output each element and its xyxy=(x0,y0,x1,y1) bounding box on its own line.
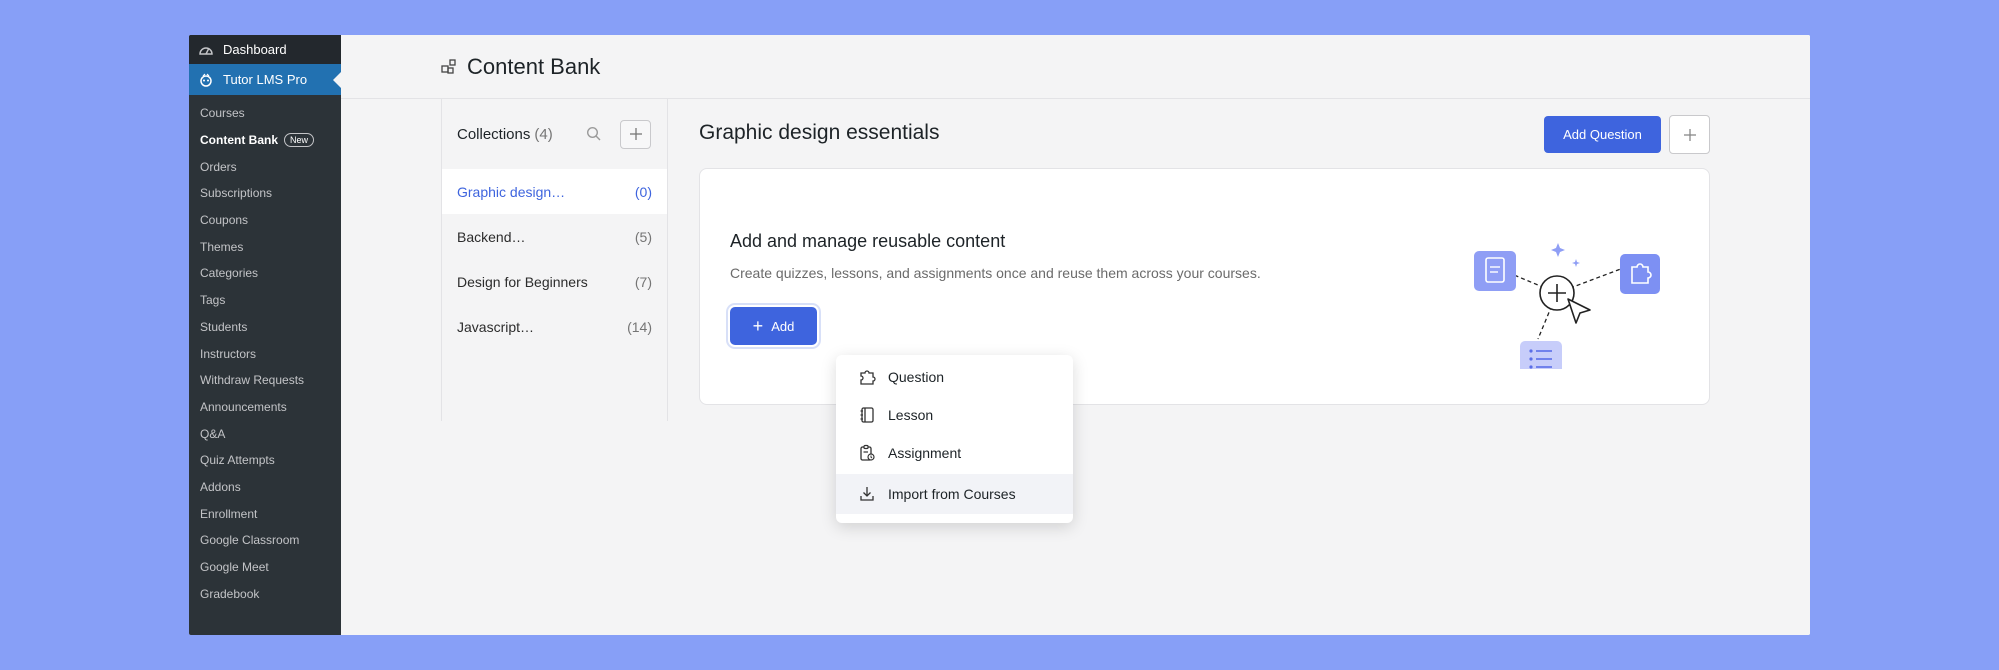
plus-icon xyxy=(629,128,642,140)
submenu-item-google-meet[interactable]: Google Meet xyxy=(189,554,341,581)
download-icon xyxy=(858,485,876,503)
submenu-item-themes[interactable]: Themes xyxy=(189,233,341,260)
submenu-label: Courses xyxy=(200,106,245,121)
submenu-item-quiz-attempts[interactable]: Quiz Attempts xyxy=(189,447,341,474)
content-bank-icon xyxy=(441,58,457,75)
add-question-button[interactable]: Add Question xyxy=(1544,116,1661,153)
submenu-label: Enrollment xyxy=(200,506,258,521)
menu-item-import-from-courses[interactable]: Import from Courses xyxy=(836,474,1073,514)
collections-panel: Collections (4) Graphic design… (0) Backe… xyxy=(441,99,668,421)
menu-item-lesson[interactable]: Lesson xyxy=(836,396,1073,434)
submenu-label: Categories xyxy=(200,266,259,281)
submenu-item-content-bank[interactable]: Content Bank New xyxy=(189,127,341,154)
submenu-label: Tags xyxy=(200,293,226,308)
submenu-label: Students xyxy=(200,319,248,334)
puzzle-icon xyxy=(858,368,876,386)
sidebar-item-label: Tutor LMS Pro xyxy=(223,72,308,87)
clipboard-icon xyxy=(858,444,876,462)
add-content-menu: Question Lesson Assignment Import from C… xyxy=(836,355,1073,523)
submenu-label: Google Classroom xyxy=(200,533,300,548)
menu-item-label: Lesson xyxy=(888,407,934,423)
submenu-label: Orders xyxy=(200,159,237,174)
collection-item[interactable]: Backend… (5) xyxy=(442,214,667,259)
submenu-item-withdraw-requests[interactable]: Withdraw Requests xyxy=(189,367,341,394)
collection-count: (0) xyxy=(634,183,652,200)
submenu-item-coupons[interactable]: Coupons xyxy=(189,207,341,234)
new-badge: New xyxy=(284,133,315,148)
collection-title: Graphic design essentials xyxy=(699,121,940,144)
sidebar-item-dashboard[interactable]: Dashboard xyxy=(189,35,341,64)
menu-item-label: Question xyxy=(888,369,945,385)
collection-item[interactable]: Design for Beginners (7) xyxy=(442,259,667,304)
submenu-item-tags[interactable]: Tags xyxy=(189,287,341,314)
collection-count: (5) xyxy=(634,228,652,245)
sidebar-item-label: Dashboard xyxy=(223,42,287,57)
submenu-item-students[interactable]: Students xyxy=(189,314,341,341)
collections-list: Graphic design… (0) Backend… (5) Design fo… xyxy=(442,169,667,349)
plus-icon xyxy=(1683,128,1696,141)
submenu-label: Quiz Attempts xyxy=(200,453,275,468)
tutor-icon xyxy=(199,73,213,87)
search-icon[interactable] xyxy=(586,126,602,142)
submenu-item-addons[interactable]: Addons xyxy=(189,474,341,501)
collections-header: Collections (4) xyxy=(442,99,667,169)
submenu-label: Addons xyxy=(200,479,241,494)
sidebar-item-tutor-lms-pro[interactable]: Tutor LMS Pro xyxy=(189,64,341,95)
more-add-button[interactable] xyxy=(1669,115,1710,154)
submenu-label: Themes xyxy=(200,239,244,254)
empty-state-description: Create quizzes, lessons, and assignments… xyxy=(730,265,1261,281)
submenu-item-qa[interactable]: Q&A xyxy=(189,420,341,447)
page-header: Content Bank xyxy=(341,35,1810,99)
collection-count: (7) xyxy=(634,273,652,290)
collection-count: (14) xyxy=(627,318,652,335)
menu-item-label: Assignment xyxy=(888,445,962,461)
submenu-item-gradebook[interactable]: Gradebook xyxy=(189,580,341,607)
submenu-label: Instructors xyxy=(200,346,257,361)
submenu-label: Q&A xyxy=(200,426,226,441)
submenu-label: Withdraw Requests xyxy=(200,373,305,388)
submenu-label: Gradebook xyxy=(200,586,260,601)
add-button[interactable]: + Add xyxy=(730,307,817,345)
submenu-item-instructors[interactable]: Instructors xyxy=(189,340,341,367)
main-area: Content Bank Collections (4) Graphic des… xyxy=(341,35,1810,635)
page-title: Content Bank xyxy=(467,53,601,79)
submenu-label: Content Bank xyxy=(200,133,278,148)
add-button-label: Add xyxy=(771,318,795,334)
submenu-label: Announcements xyxy=(200,399,287,414)
menu-item-question[interactable]: Question xyxy=(836,358,1073,396)
collection-item[interactable]: Graphic design… (0) xyxy=(442,169,667,214)
tutor-submenu: Courses Content Bank New Orders Subscript… xyxy=(189,95,341,607)
collection-name: Backend… xyxy=(457,228,526,245)
collection-item[interactable]: Javascript… (14) xyxy=(442,304,667,349)
collection-name: Javascript… xyxy=(457,318,535,335)
submenu-item-enrollment[interactable]: Enrollment xyxy=(189,500,341,527)
dashboard-icon xyxy=(199,43,213,57)
plus-icon: + xyxy=(752,316,764,336)
menu-item-label: Import from Courses xyxy=(888,486,1016,502)
submenu-item-courses[interactable]: Courses xyxy=(189,100,341,127)
submenu-item-subscriptions[interactable]: Subscriptions xyxy=(189,180,341,207)
content-illustration xyxy=(1474,243,1660,369)
app-window: Dashboard Tutor LMS Pro Courses Content … xyxy=(189,35,1810,635)
submenu-label: Google Meet xyxy=(200,560,269,575)
collection-name: Design for Beginners xyxy=(457,273,588,290)
add-collection-button[interactable] xyxy=(620,119,651,149)
menu-item-assignment[interactable]: Assignment xyxy=(836,434,1073,472)
collection-name: Graphic design… xyxy=(457,183,566,200)
empty-state-heading: Add and manage reusable content xyxy=(730,231,1006,251)
submenu-item-google-classroom[interactable]: Google Classroom xyxy=(189,527,341,554)
submenu-label: Subscriptions xyxy=(200,186,273,201)
notebook-icon xyxy=(858,406,876,424)
submenu-item-announcements[interactable]: Announcements xyxy=(189,394,341,421)
collections-count: (4) xyxy=(534,125,553,143)
submenu-item-categories[interactable]: Categories xyxy=(189,260,341,287)
submenu-label: Coupons xyxy=(200,213,249,228)
submenu-item-orders[interactable]: Orders xyxy=(189,153,341,180)
collections-title: Collections xyxy=(457,125,531,143)
wp-admin-sidebar: Dashboard Tutor LMS Pro Courses Content … xyxy=(189,35,341,635)
